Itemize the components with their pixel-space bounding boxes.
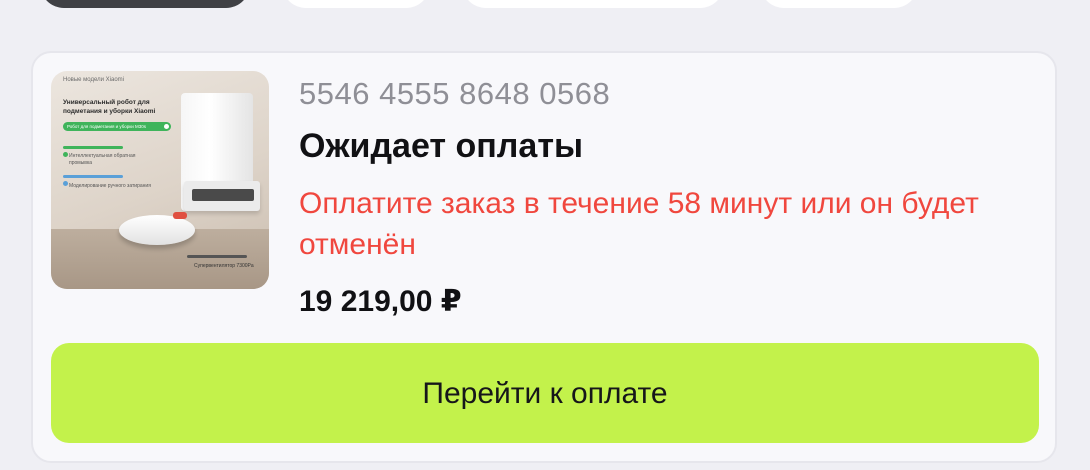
- robot-vacuum-graphic: [119, 215, 195, 245]
- feature-dot-icon: [63, 152, 68, 157]
- promo-title: Универсальный робот для подметания и убо…: [63, 99, 156, 115]
- filter-chip-active[interactable]: [40, 0, 250, 8]
- promo-brand-line: Новые модели Xiaomi: [63, 77, 125, 83]
- promo-pill: Робот для подметания и уборки M30s: [63, 122, 171, 131]
- promo-pill-label: Робот для подметания и уборки M30s: [67, 124, 147, 129]
- filter-chip[interactable]: [282, 0, 430, 8]
- product-image[interactable]: Новые модели Xiaomi Универсальный робот …: [51, 71, 269, 289]
- image-caption: Супервентилятор 7300Pa: [194, 263, 254, 269]
- order-status: Ожидает оплаты: [299, 127, 584, 165]
- feature-bar: [63, 146, 123, 149]
- pill-arrow-icon: [164, 124, 169, 129]
- filter-chip[interactable]: [462, 0, 724, 8]
- feature-bar: [63, 175, 123, 178]
- filter-chips-row: [0, 0, 1090, 10]
- order-price: 19 219,00 ₽: [299, 285, 462, 318]
- feature-text: Моделирование ручного затирания: [69, 183, 151, 189]
- dock-slot-graphic: [192, 189, 254, 201]
- go-to-payment-button[interactable]: Перейти к оплате: [51, 343, 1039, 443]
- filter-chip[interactable]: [760, 0, 918, 8]
- feature-dot-icon: [63, 181, 68, 186]
- payment-deadline-warning: Оплатите заказ в течение 58 минут или он…: [299, 187, 979, 261]
- robot-lidar-graphic: [173, 212, 187, 219]
- order-card[interactable]: Новые модели Xiaomi Универсальный робот …: [31, 51, 1057, 463]
- feature-text: Интеллектуальная обратная промывка: [69, 153, 136, 166]
- order-number: 5546 4555 8648 0568: [299, 76, 611, 111]
- caption-bar: [187, 255, 247, 258]
